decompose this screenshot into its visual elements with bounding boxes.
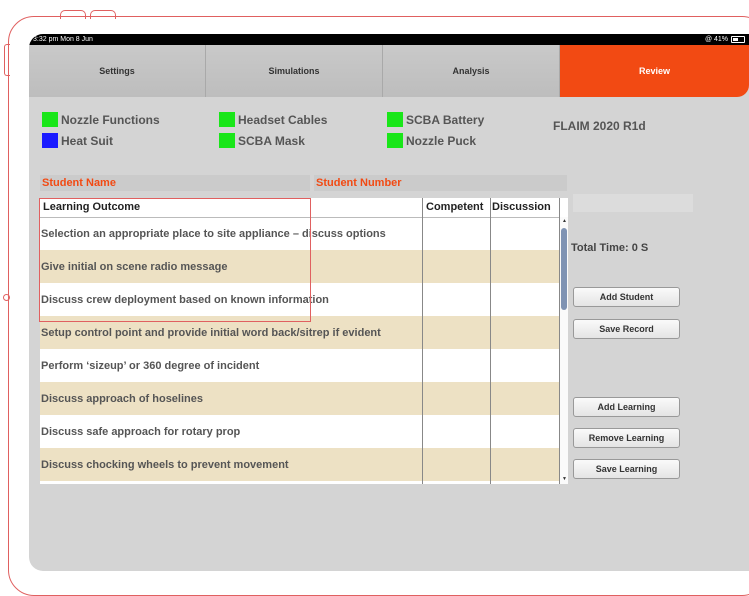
status-swatch <box>219 133 235 148</box>
status-nozzle-puck: Nozzle Puck <box>387 133 476 148</box>
column-divider <box>490 198 491 484</box>
scroll-down-arrow-icon[interactable]: ▼ <box>562 476 567 482</box>
device-side-button <box>4 44 10 76</box>
status-swatch <box>219 112 235 127</box>
tab-bar: Settings Simulations Analysis Review <box>29 45 749 97</box>
app-screen: 3:32 pm Mon 8 Jun @ 41% Settings Simulat… <box>29 34 749 571</box>
status-swatch <box>387 133 403 148</box>
learning-outcome-text: Perform ‘sizeup’ or 360 degree of incide… <box>41 359 260 372</box>
tab-analysis[interactable]: Analysis <box>383 45 560 97</box>
total-time: Total Time: 0 S <box>571 242 649 254</box>
status-swatch <box>42 133 58 148</box>
selection-highlight <box>39 198 311 322</box>
column-discussion: Discussion <box>492 201 551 213</box>
status-signal: @ 41% <box>704 36 728 43</box>
column-divider <box>422 198 423 484</box>
status-label: Headset Cables <box>238 112 328 127</box>
status-time: 3:32 pm Mon 8 Jun <box>33 36 93 43</box>
learning-outcome-text: Discuss chocking wheels to prevent movem… <box>41 458 289 471</box>
table-row[interactable]: Perform ‘sizeup’ or 360 degree of incide… <box>40 349 560 382</box>
learning-outcome-text: Discuss approach of hoselines <box>41 392 203 405</box>
save-learning-button[interactable]: Save Learning <box>573 459 680 479</box>
status-label: Nozzle Puck <box>406 133 477 148</box>
table-row[interactable]: Discuss chocking wheels to prevent movem… <box>40 448 560 481</box>
status-scba-mask: SCBA Mask <box>219 133 305 148</box>
remove-learning-button[interactable]: Remove Learning <box>573 428 680 448</box>
scroll-up-arrow-icon[interactable]: ▲ <box>562 218 567 224</box>
status-label: Nozzle Functions <box>61 112 160 127</box>
status-label: SCBA Battery <box>406 112 485 127</box>
status-scba-battery: SCBA Battery <box>387 112 484 127</box>
status-bar: 3:32 pm Mon 8 Jun @ 41% <box>29 34 749 45</box>
learning-outcome-text: Discuss safe approach for rotary prop <box>41 425 241 438</box>
status-nozzle-functions: Nozzle Functions <box>42 112 160 127</box>
table-row[interactable]: Discuss safe approach for rotary prop <box>40 415 560 448</box>
student-info-field <box>573 194 693 212</box>
battery-icon <box>731 36 745 43</box>
device-frame-tab <box>90 10 116 19</box>
student-name-field[interactable]: Student Name <box>40 175 310 191</box>
status-swatch <box>42 112 58 127</box>
status-label: Heat Suit <box>61 133 114 148</box>
status-swatch <box>387 112 403 127</box>
status-headset-cables: Headset Cables <box>219 112 327 127</box>
add-learning-button[interactable]: Add Learning <box>573 397 680 417</box>
learning-outcome-text: Setup control point and provide initial … <box>41 326 381 339</box>
add-student-button[interactable]: Add Student <box>573 287 680 307</box>
status-indicators: @ 41% <box>705 34 745 45</box>
status-label: SCBA Mask <box>238 133 305 148</box>
column-competent: Competent <box>426 201 484 213</box>
device-home-dot <box>3 294 10 301</box>
scrollbar-thumb[interactable] <box>561 228 567 310</box>
student-number-field[interactable]: Student Number <box>314 175 567 191</box>
table-row[interactable]: Discuss approach of hoselines <box>40 382 560 415</box>
tab-simulations[interactable]: Simulations <box>206 45 383 97</box>
tab-review[interactable]: Review <box>560 45 749 97</box>
tab-settings[interactable]: Settings <box>29 45 206 97</box>
save-record-button[interactable]: Save Record <box>573 319 680 339</box>
app-version: FLAIM 2020 R1d <box>553 119 646 133</box>
status-heat-suit: Heat Suit <box>42 133 113 148</box>
device-frame-tab <box>60 10 86 19</box>
